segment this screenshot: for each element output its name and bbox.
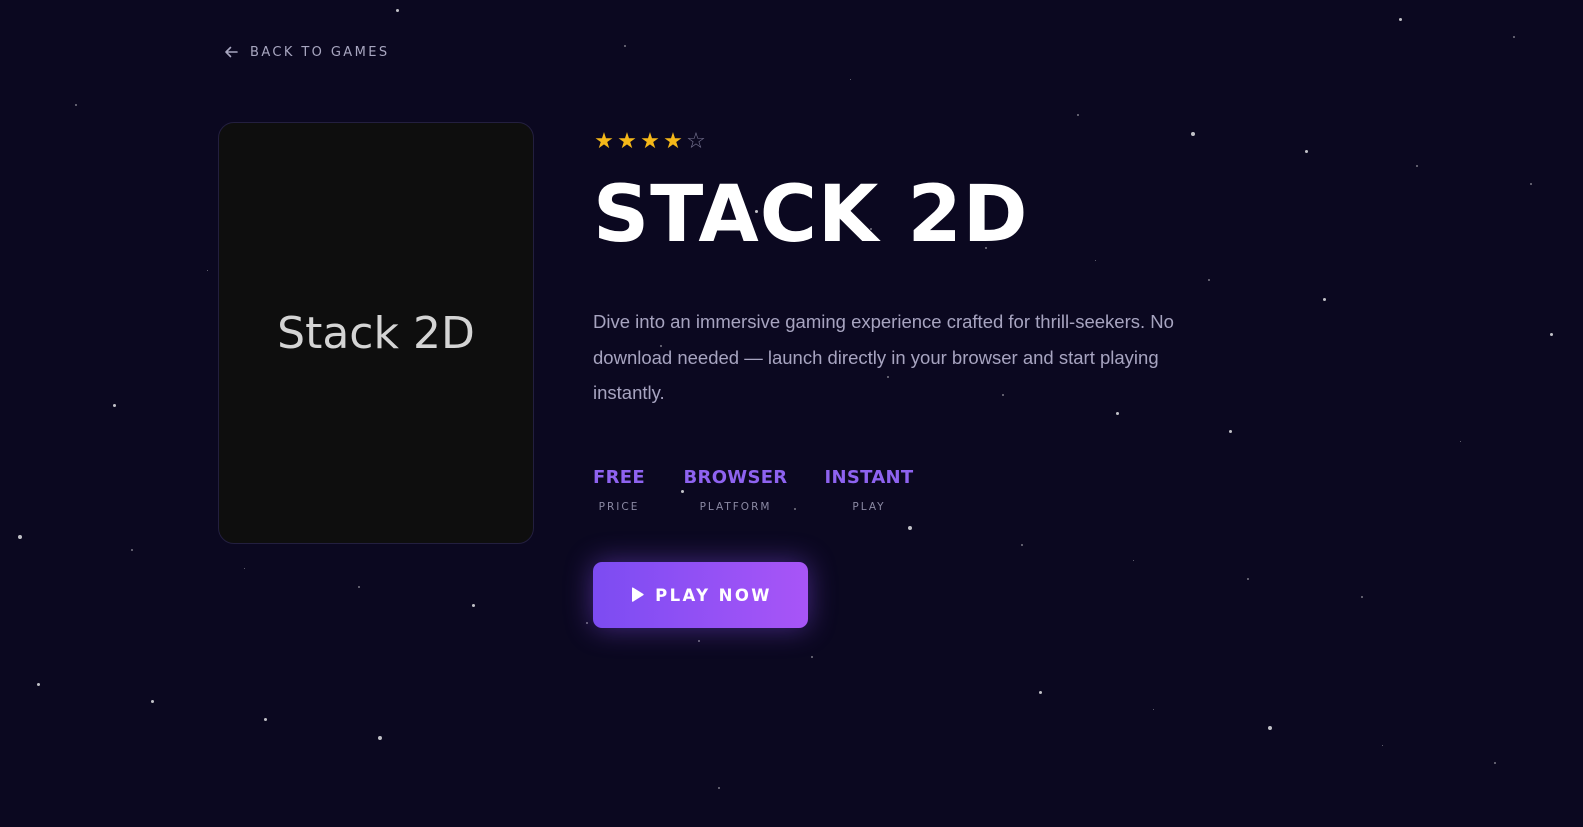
- stat-value: BROWSER: [683, 466, 788, 488]
- background-star: [472, 604, 475, 607]
- stat-platform: BROWSER PLATFORM: [683, 466, 788, 513]
- background-star: [1323, 298, 1326, 301]
- background-star: [1494, 762, 1496, 764]
- star-filled-icon: ★: [663, 129, 683, 154]
- stat-value: INSTANT: [824, 466, 914, 488]
- background-star: [207, 270, 208, 271]
- background-star: [1039, 691, 1042, 694]
- play-now-label: PLAY NOW: [655, 585, 772, 605]
- background-star: [1550, 333, 1553, 336]
- background-star: [18, 535, 22, 539]
- play-icon: [632, 587, 644, 602]
- background-star: [718, 787, 720, 789]
- background-star: [1460, 441, 1461, 442]
- stat-label: PLAY: [852, 500, 886, 513]
- game-title: STACK 2D: [593, 170, 1029, 260]
- star-filled-icon: ★: [594, 129, 614, 154]
- background-star: [1399, 18, 1402, 21]
- background-star: [131, 549, 133, 551]
- star-empty-icon: ☆: [686, 129, 706, 154]
- stat-play: INSTANT PLAY: [824, 466, 914, 513]
- background-star: [1513, 36, 1515, 38]
- background-star: [151, 700, 154, 703]
- background-star: [624, 45, 626, 47]
- background-star: [698, 640, 700, 642]
- star-filled-icon: ★: [617, 129, 637, 154]
- background-star: [396, 9, 399, 12]
- background-star: [1021, 544, 1023, 546]
- background-star: [264, 718, 267, 721]
- background-star: [811, 656, 813, 658]
- game-info: ★ ★ ★ ★ ☆ STACK 2D Dive into an immersive ga…: [593, 128, 1233, 513]
- stat-label: PLATFORM: [699, 500, 772, 513]
- background-star: [244, 568, 245, 569]
- background-star: [113, 404, 116, 407]
- background-star: [1133, 560, 1134, 561]
- star-rating: ★ ★ ★ ★ ☆: [593, 128, 1233, 156]
- back-to-games-link[interactable]: BACK TO GAMES: [224, 42, 389, 62]
- background-star: [1361, 596, 1363, 598]
- background-star: [75, 104, 77, 106]
- background-star: [358, 586, 360, 588]
- cover-title: Stack 2D: [277, 307, 475, 359]
- stat-price: FREE PRICE: [593, 467, 645, 513]
- background-star: [908, 526, 912, 530]
- background-star: [1416, 165, 1418, 167]
- background-star: [1530, 183, 1532, 185]
- play-now-button[interactable]: PLAY NOW: [593, 562, 808, 628]
- background-star: [1077, 114, 1079, 116]
- back-to-games-label: BACK TO GAMES: [250, 44, 390, 60]
- background-star: [37, 683, 40, 686]
- background-star: [1247, 578, 1249, 580]
- star-filled-icon: ★: [640, 129, 660, 154]
- arrow-left-icon: [225, 46, 238, 58]
- game-cover-image: Stack 2D: [218, 122, 534, 544]
- stat-value: FREE: [593, 466, 645, 488]
- background-star: [378, 736, 382, 740]
- game-description: Dive into an immersive gaming experience…: [593, 311, 1174, 403]
- background-star: [586, 622, 588, 624]
- stat-label: PRICE: [598, 500, 640, 513]
- game-stats: FREE PRICE BROWSER PLATFORM INSTANT PLAY: [593, 467, 1233, 513]
- background-star: [1305, 150, 1308, 153]
- background-star: [1153, 709, 1154, 710]
- background-star: [1268, 726, 1272, 730]
- background-star: [1382, 745, 1383, 746]
- background-star: [850, 79, 851, 80]
